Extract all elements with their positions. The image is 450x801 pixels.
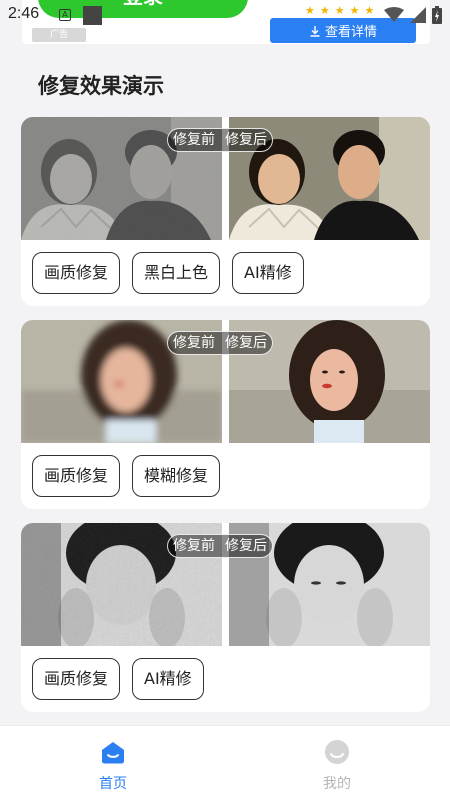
after-label: 修复后 bbox=[225, 335, 267, 351]
nav-home[interactable]: 首页 bbox=[83, 739, 143, 793]
notification-a-icon: A bbox=[59, 9, 71, 21]
signal-icon bbox=[410, 7, 426, 23]
compare-badge: 修复前 修复后 bbox=[167, 534, 273, 558]
home-icon bbox=[102, 742, 124, 764]
nav-mine[interactable]: 我的 bbox=[307, 739, 367, 793]
star-icon: ★ bbox=[334, 4, 345, 17]
notification-square-icon bbox=[83, 6, 102, 25]
star-icon: ★ bbox=[319, 4, 330, 17]
rating-stars: ★ ★ ★ ★ ★ bbox=[305, 4, 375, 17]
before-label: 修复前 bbox=[173, 132, 215, 148]
wifi-icon bbox=[384, 7, 404, 22]
after-label: 修复后 bbox=[225, 132, 267, 148]
before-after-images: 修复前 修复后 bbox=[21, 117, 430, 240]
compare-badge: 修复前 修复后 bbox=[167, 331, 273, 355]
tag-ai-enhance[interactable]: AI精修 bbox=[232, 252, 304, 294]
before-label: 修复前 bbox=[173, 538, 215, 554]
nav-home-label: 首页 bbox=[99, 776, 127, 792]
status-icons bbox=[384, 6, 442, 24]
battery-icon bbox=[432, 6, 442, 24]
demo-card-enhance[interactable]: 修复前 修复后 画质修复 AI精修 bbox=[21, 523, 430, 712]
clock: 2:46 bbox=[8, 5, 40, 22]
compare-badge: 修复前 修复后 bbox=[167, 128, 273, 152]
tag-quality-repair[interactable]: 画质修复 bbox=[32, 658, 121, 700]
tag-row: 画质修复 黑白上色 AI精修 bbox=[32, 252, 304, 294]
ad-label: 广告 bbox=[32, 28, 86, 42]
star-icon: ★ bbox=[305, 4, 315, 17]
tag-colorize[interactable]: 黑白上色 bbox=[132, 252, 221, 294]
demo-card-deblur[interactable]: 修复前 修复后 画质修复 模糊修复 bbox=[21, 320, 430, 509]
before-after-images: 修复前 修复后 bbox=[21, 320, 430, 443]
after-label: 修复后 bbox=[225, 538, 267, 554]
tag-quality-repair[interactable]: 画质修复 bbox=[32, 455, 121, 497]
app-screen: 登录 广告 查看详情 2:46 A ★ ★ ★ ★ ★ 修复效果演示 bbox=[0, 0, 450, 801]
star-icon: ★ bbox=[349, 4, 360, 17]
tag-deblur[interactable]: 模糊修复 bbox=[132, 455, 221, 497]
tag-row: 画质修复 AI精修 bbox=[32, 658, 204, 700]
tag-ai-enhance[interactable]: AI精修 bbox=[132, 658, 204, 700]
section-title: 修复效果演示 bbox=[38, 74, 164, 98]
before-after-images: 修复前 修复后 bbox=[21, 523, 430, 646]
bottom-nav: 首页 我的 bbox=[0, 725, 450, 801]
status-bar: 2:46 A ★ ★ ★ ★ ★ bbox=[0, 0, 450, 30]
tag-row: 画质修复 模糊修复 bbox=[32, 455, 221, 497]
star-icon: ★ bbox=[364, 4, 375, 17]
profile-icon bbox=[325, 740, 349, 764]
nav-mine-label: 我的 bbox=[323, 776, 351, 792]
demo-card-colorize[interactable]: 修复前 修复后 画质修复 黑白上色 AI精修 bbox=[21, 117, 430, 306]
before-label: 修复前 bbox=[173, 335, 215, 351]
tag-quality-repair[interactable]: 画质修复 bbox=[32, 252, 121, 294]
